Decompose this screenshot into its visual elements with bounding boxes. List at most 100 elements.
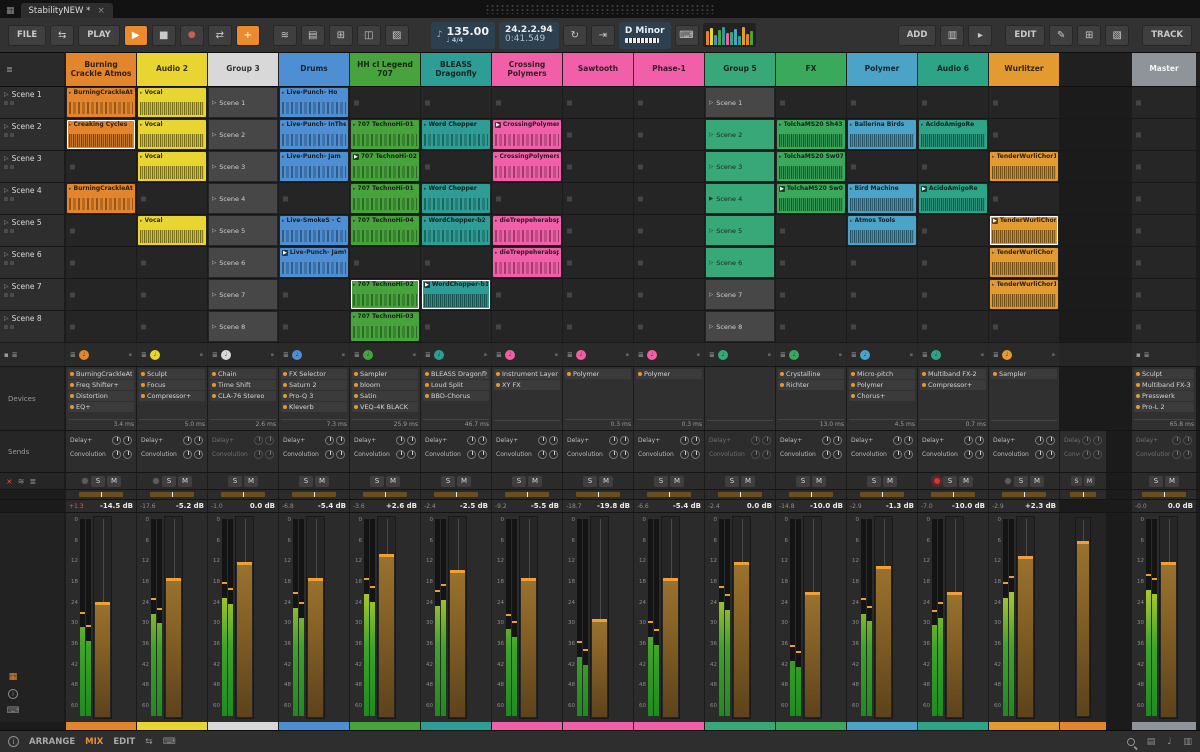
clip-slot[interactable] <box>918 151 988 182</box>
scene-launcher[interactable]: ▷Scene 7 <box>0 279 64 310</box>
send-level-knob[interactable] <box>893 450 902 459</box>
device-enable-dot[interactable] <box>141 394 145 398</box>
play-button[interactable]: ▶ <box>124 25 148 46</box>
volume-value[interactable]: 0.0 dB <box>747 502 772 510</box>
clip-slot[interactable] <box>563 215 633 246</box>
mute-button[interactable]: M <box>812 476 826 487</box>
clip-slot[interactable]: ▷Scene 1 <box>208 87 278 118</box>
send-pan-knob[interactable] <box>833 436 842 445</box>
volume-value[interactable]: -5.5 dB <box>531 502 559 510</box>
send-level-knob[interactable] <box>1035 436 1044 445</box>
list-icon[interactable]: ≣ <box>6 65 13 74</box>
stop-icon[interactable]: ▪ <box>555 352 558 358</box>
clip[interactable]: ▸707 TechnoHi-01 <box>351 184 419 213</box>
clip-slot[interactable] <box>634 87 704 118</box>
send-pan-knob[interactable] <box>762 436 771 445</box>
master-clip-slot[interactable] <box>1132 279 1196 310</box>
volume-fader[interactable] <box>732 516 751 719</box>
instrument-icon[interactable]: ♩ <box>363 350 373 360</box>
device[interactable]: BBD-Chorus <box>423 391 489 401</box>
list-icon[interactable]: ≣ <box>141 351 147 359</box>
volume-fader[interactable] <box>945 516 964 719</box>
list-icon[interactable]: ≣ <box>496 351 502 359</box>
pencil-icon[interactable]: ✎ <box>1049 25 1073 46</box>
device[interactable]: Micro-pitch <box>849 369 915 379</box>
send-pan-knob[interactable] <box>975 436 984 445</box>
clip-slot[interactable]: ▷Scene 4 <box>208 183 278 214</box>
app-icon[interactable]: ▦ <box>6 6 15 16</box>
device[interactable]: Focus <box>139 380 205 390</box>
clip-slot[interactable]: ▷Scene 5 <box>705 215 775 246</box>
volume-value[interactable]: +2.3 dB <box>1025 502 1056 510</box>
solo-button[interactable]: S <box>796 476 810 487</box>
mute-button[interactable]: M <box>244 476 258 487</box>
device[interactable]: Polymer <box>565 369 631 379</box>
device[interactable]: Multiband FX-2 <box>920 369 986 379</box>
stop-icon[interactable]: ▪ <box>413 352 416 358</box>
group-scene-slot[interactable]: ▷Scene 5 <box>209 216 277 245</box>
mute-button[interactable]: M <box>1084 476 1095 486</box>
record-arm-button[interactable] <box>81 477 89 485</box>
send-level-knob[interactable] <box>183 450 192 459</box>
clip[interactable]: ▸Bird Machine <box>848 184 916 213</box>
device[interactable]: Freq Shifter+ <box>68 380 134 390</box>
record-arm-button[interactable] <box>152 477 160 485</box>
mute-button[interactable]: M <box>457 476 471 487</box>
stop-button[interactable]: ■ <box>152 25 176 46</box>
pan-slider[interactable] <box>1142 492 1186 497</box>
clip-slot[interactable] <box>66 247 136 278</box>
clip-slot[interactable]: ▸Vocal <box>137 87 207 118</box>
send-level-knob[interactable] <box>467 436 476 445</box>
list-icon[interactable]: ≣ <box>567 351 573 359</box>
solo-button[interactable]: S <box>1071 476 1082 486</box>
clip-slot[interactable]: ▷Scene 3 <box>208 151 278 182</box>
device[interactable]: Loud Split <box>423 380 489 390</box>
list-icon[interactable]: ≣ <box>780 351 786 359</box>
clip-slot[interactable]: ▷Scene 8 <box>208 311 278 342</box>
track-header[interactable]: Sawtooth <box>563 53 633 86</box>
clip-slot[interactable]: ▷Scene 5 <box>208 215 278 246</box>
clip-slot[interactable] <box>918 215 988 246</box>
solo-button[interactable]: S <box>943 476 957 487</box>
clip-slot[interactable] <box>634 215 704 246</box>
device-enable-dot[interactable] <box>851 383 855 387</box>
send-pan-knob[interactable] <box>478 436 487 445</box>
clip-slot[interactable]: ▸Ballerina Birds <box>847 119 917 150</box>
scene-play-icon[interactable]: ▷ <box>4 219 9 226</box>
volume-value[interactable]: -5.4 dB <box>318 502 346 510</box>
send-level-knob[interactable] <box>538 436 547 445</box>
device-enable-dot[interactable] <box>283 383 287 387</box>
clip-slot[interactable]: ▷Scene 1 <box>705 87 775 118</box>
instrument-icon[interactable]: ♩ <box>576 350 586 360</box>
stop-icon[interactable]: ▪ <box>697 352 700 358</box>
clip[interactable]: ▸TenderWurliChor1 <box>990 152 1058 181</box>
device-enable-dot[interactable] <box>851 394 855 398</box>
clip-slot[interactable]: ▶WordChopper-b1 <box>421 279 491 310</box>
master-clip-slot[interactable] <box>1132 215 1196 246</box>
mute-button[interactable]: M <box>178 476 192 487</box>
clip-slot[interactable] <box>563 311 633 342</box>
clip-slot[interactable] <box>634 311 704 342</box>
clip[interactable]: ▸TolchaMS20 Sh43 <box>777 120 845 149</box>
instrument-icon[interactable]: ♩ <box>434 350 444 360</box>
layout-icon[interactable]: ▤ <box>301 25 325 46</box>
device-enable-dot[interactable] <box>993 372 997 376</box>
group-scene-slot[interactable]: ▷Scene 7 <box>209 280 277 309</box>
device[interactable]: Sampler <box>352 369 418 379</box>
master-clip-slot[interactable] <box>1132 119 1196 150</box>
search-icon[interactable] <box>1127 738 1135 746</box>
clip[interactable]: ▸Vocal <box>138 216 206 245</box>
display-profile-icon[interactable]: ▨ <box>385 25 409 46</box>
clip[interactable]: ▶TenderWurliChor1 <box>990 216 1058 245</box>
send-pan-knob[interactable] <box>336 436 345 445</box>
list-icon[interactable]: ≣ <box>993 351 999 359</box>
clip[interactable]: ▸CrossingPolymers2 <box>493 152 561 181</box>
group-scene-slot[interactable]: ▷Scene 7 <box>706 280 774 309</box>
volume-fader[interactable] <box>164 516 183 719</box>
clip-slot[interactable]: ▷Scene 2 <box>208 119 278 150</box>
group-scene-slot[interactable]: ▷Scene 6 <box>706 248 774 277</box>
volume-fader[interactable] <box>1016 516 1035 719</box>
stop-icon[interactable]: ▪ <box>1052 352 1055 358</box>
clip-slot[interactable]: ▸Word Chopper <box>421 183 491 214</box>
clip[interactable]: ▸TenderWurliChor 1 <box>990 248 1058 277</box>
